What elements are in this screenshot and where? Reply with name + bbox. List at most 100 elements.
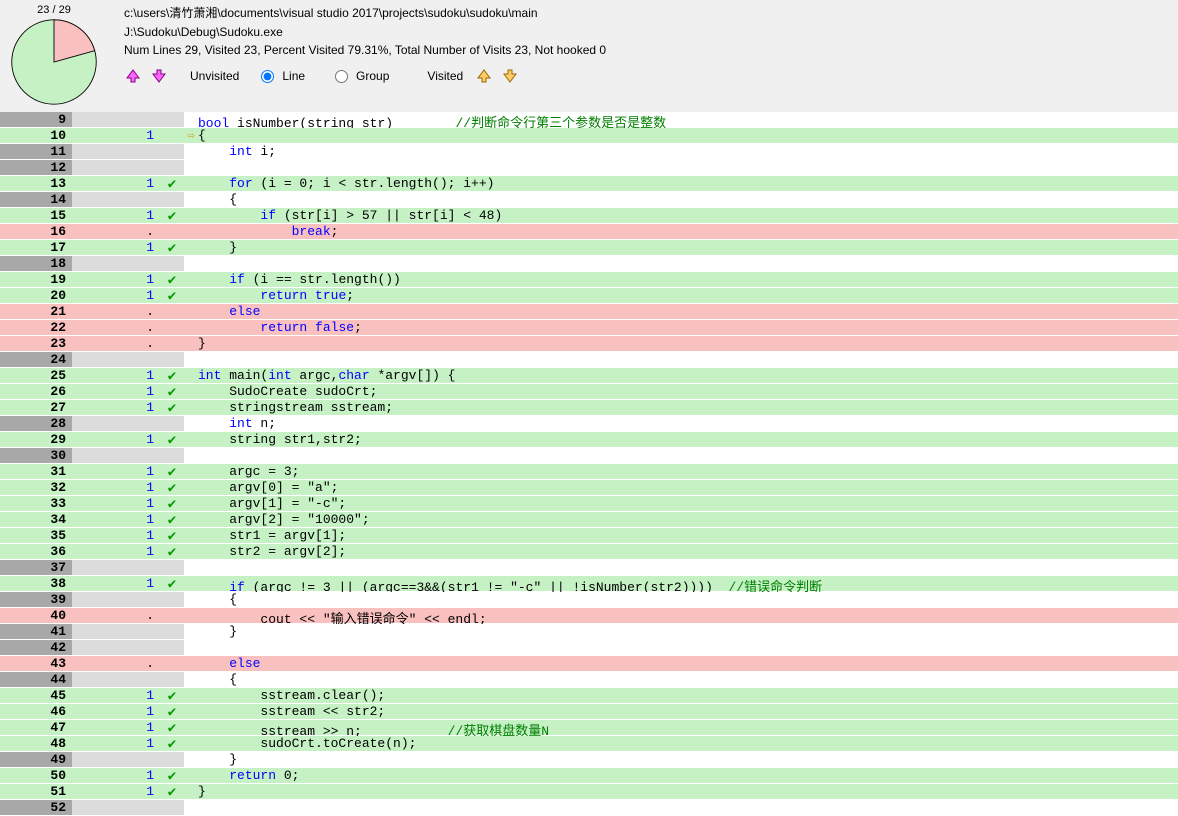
arrow-icon xyxy=(184,800,198,815)
code-text: SudoCreate sudoCrt; xyxy=(198,384,1178,399)
code-line[interactable]: 9bool isNumber(string str) //判断命令行第三个参数是… xyxy=(0,112,1178,128)
visit-count: 1 xyxy=(72,736,160,751)
code-line[interactable]: 24 xyxy=(0,352,1178,368)
code-line[interactable]: 22. return false; xyxy=(0,320,1178,336)
code-line[interactable]: 40. cout << "输入错误命令" << endl; xyxy=(0,608,1178,624)
visit-count: 1 xyxy=(72,368,160,383)
code-line[interactable]: 14 { xyxy=(0,192,1178,208)
group-radio[interactable]: Group xyxy=(335,69,389,83)
code-line[interactable]: 11 int i; xyxy=(0,144,1178,160)
visit-count: 1 xyxy=(72,768,160,783)
code-text: sudoCrt.toCreate(n); xyxy=(198,736,1178,751)
code-line[interactable]: 201✔ return true; xyxy=(0,288,1178,304)
code-line[interactable]: 191✔ if (i == str.length()) xyxy=(0,272,1178,288)
arrow-icon xyxy=(184,672,198,687)
code-line[interactable]: 30 xyxy=(0,448,1178,464)
line-number: 28 xyxy=(0,416,72,431)
code-line[interactable]: 44 { xyxy=(0,672,1178,688)
code-line[interactable]: 21. else xyxy=(0,304,1178,320)
code-line[interactable]: 52 xyxy=(0,800,1178,816)
code-line[interactable]: 511✔} xyxy=(0,784,1178,800)
line-number: 43 xyxy=(0,656,72,671)
code-line[interactable]: 481✔ sudoCrt.toCreate(n); xyxy=(0,736,1178,752)
code-line[interactable]: 331✔ argv[1] = "-c"; xyxy=(0,496,1178,512)
visit-count: 1 xyxy=(72,400,160,415)
line-radio[interactable]: Line xyxy=(261,69,305,83)
code-line[interactable]: 341✔ argv[2] = "10000"; xyxy=(0,512,1178,528)
check-mark-icon xyxy=(160,800,184,815)
code-text xyxy=(198,256,1178,271)
arrow-icon xyxy=(184,416,198,431)
code-line[interactable]: 321✔ argv[0] = "a"; xyxy=(0,480,1178,496)
code-line[interactable]: 39 { xyxy=(0,592,1178,608)
check-mark-icon: ✔ xyxy=(160,736,184,751)
code-line[interactable]: 37 xyxy=(0,560,1178,576)
next-visited-icon[interactable] xyxy=(501,67,519,85)
code-line[interactable]: 42 xyxy=(0,640,1178,656)
code-text: cout << "输入错误命令" << endl; xyxy=(198,608,1178,623)
visit-count: . xyxy=(72,608,160,623)
line-number: 26 xyxy=(0,384,72,399)
prev-unvisited-icon[interactable] xyxy=(124,67,142,85)
visit-count: 1 xyxy=(72,288,160,303)
prev-visited-icon[interactable] xyxy=(475,67,493,85)
check-mark-icon xyxy=(160,752,184,767)
line-number: 9 xyxy=(0,112,72,127)
code-line[interactable]: 381✔ if (argc != 3 || (argc==3&&(str1 !=… xyxy=(0,576,1178,592)
line-number: 45 xyxy=(0,688,72,703)
coverage-stats: Num Lines 29, Visited 23, Percent Visite… xyxy=(124,43,1174,57)
code-line[interactable]: 28 int n; xyxy=(0,416,1178,432)
arrow-icon xyxy=(184,592,198,607)
code-line[interactable]: 291✔ string str1,str2; xyxy=(0,432,1178,448)
code-line[interactable]: 171✔ } xyxy=(0,240,1178,256)
code-text: argv[0] = "a"; xyxy=(198,480,1178,495)
code-line[interactable]: 23.} xyxy=(0,336,1178,352)
next-unvisited-icon[interactable] xyxy=(150,67,168,85)
code-line[interactable]: 471✔ sstream >> n; //获取棋盘数量N xyxy=(0,720,1178,736)
code-line[interactable]: 251✔int main(int argc,char *argv[]) { xyxy=(0,368,1178,384)
code-text: } xyxy=(198,784,1178,799)
code-area[interactable]: 9bool isNumber(string str) //判断命令行第三个参数是… xyxy=(0,112,1178,816)
code-line[interactable]: 18 xyxy=(0,256,1178,272)
line-number: 50 xyxy=(0,768,72,783)
code-line[interactable]: 41 } xyxy=(0,624,1178,640)
code-line[interactable]: 131✔ for (i = 0; i < str.length(); i++) xyxy=(0,176,1178,192)
code-line[interactable]: 151✔ if (str[i] > 57 || str[i] < 48) xyxy=(0,208,1178,224)
code-text: if (str[i] > 57 || str[i] < 48) xyxy=(198,208,1178,223)
visit-count xyxy=(72,672,160,687)
code-line[interactable]: 351✔ str1 = argv[1]; xyxy=(0,528,1178,544)
code-text: str2 = argv[2]; xyxy=(198,544,1178,559)
code-line[interactable]: 16. break; xyxy=(0,224,1178,240)
line-number: 12 xyxy=(0,160,72,175)
code-line[interactable]: 43. else xyxy=(0,656,1178,672)
line-number: 39 xyxy=(0,592,72,607)
visit-count: 1 xyxy=(72,432,160,447)
check-mark-icon xyxy=(160,336,184,351)
code-line[interactable]: 271✔ stringstream sstream; xyxy=(0,400,1178,416)
visit-count: 1 xyxy=(72,784,160,799)
visit-count xyxy=(72,160,160,175)
visit-count xyxy=(72,560,160,575)
code-line[interactable]: 49 } xyxy=(0,752,1178,768)
check-mark-icon xyxy=(160,192,184,207)
exe-path: J:\Sudoku\Debug\Sudoku.exe xyxy=(124,25,1174,39)
line-number: 35 xyxy=(0,528,72,543)
code-line[interactable]: 261✔ SudoCreate sudoCrt; xyxy=(0,384,1178,400)
code-text: str1 = argv[1]; xyxy=(198,528,1178,543)
arrow-icon xyxy=(184,112,198,127)
code-line[interactable]: 101⇨{ xyxy=(0,128,1178,144)
visit-count xyxy=(72,192,160,207)
code-line[interactable]: 311✔ argc = 3; xyxy=(0,464,1178,480)
code-line[interactable]: 12 xyxy=(0,160,1178,176)
code-line[interactable]: 451✔ sstream.clear(); xyxy=(0,688,1178,704)
code-line[interactable]: 461✔ sstream << str2; xyxy=(0,704,1178,720)
check-mark-icon: ✔ xyxy=(160,496,184,511)
visit-count: 1 xyxy=(72,720,160,735)
arrow-icon xyxy=(184,624,198,639)
line-number: 41 xyxy=(0,624,72,639)
check-mark-icon: ✔ xyxy=(160,576,184,591)
check-mark-icon: ✔ xyxy=(160,544,184,559)
code-line[interactable]: 361✔ str2 = argv[2]; xyxy=(0,544,1178,560)
visit-count: 1 xyxy=(72,512,160,527)
code-line[interactable]: 501✔ return 0; xyxy=(0,768,1178,784)
